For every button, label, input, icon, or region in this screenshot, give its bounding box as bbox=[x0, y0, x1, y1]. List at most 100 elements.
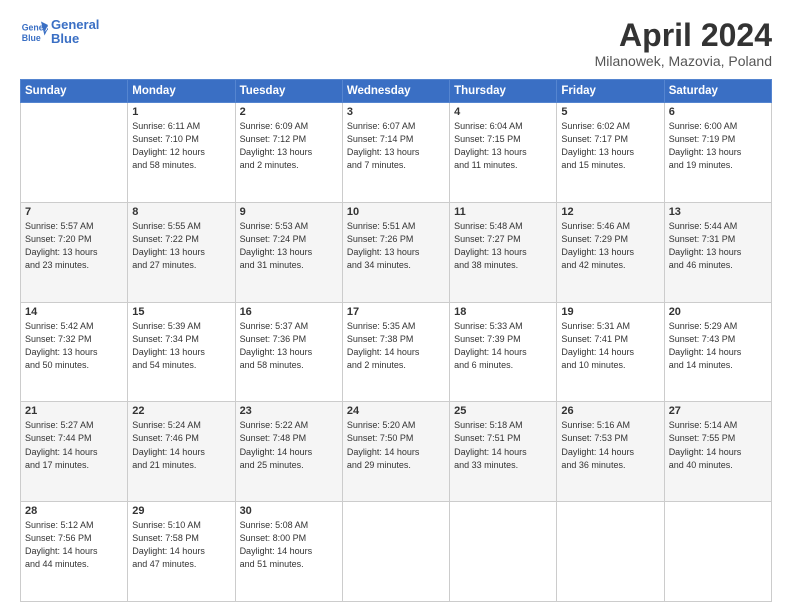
day-number: 3 bbox=[347, 106, 445, 118]
day-detail: Sunrise: 6:09 AM Sunset: 7:12 PM Dayligh… bbox=[240, 120, 338, 172]
calendar-cell: 27 Sunrise: 5:14 AM Sunset: 7:55 PM Dayli… bbox=[664, 402, 771, 502]
day-number: 11 bbox=[454, 206, 552, 218]
month-title: April 2024 bbox=[595, 18, 772, 53]
calendar-cell: 24 Sunrise: 5:20 AM Sunset: 7:50 PM Dayli… bbox=[342, 402, 449, 502]
day-number: 18 bbox=[454, 306, 552, 318]
day-detail: Sunrise: 5:12 AM Sunset: 7:56 PM Dayligh… bbox=[25, 519, 123, 571]
day-number: 1 bbox=[132, 106, 230, 118]
calendar-cell: 3 Sunrise: 6:07 AM Sunset: 7:14 PM Daylig… bbox=[342, 103, 449, 203]
day-detail: Sunrise: 5:10 AM Sunset: 7:58 PM Dayligh… bbox=[132, 519, 230, 571]
day-detail: Sunrise: 5:33 AM Sunset: 7:39 PM Dayligh… bbox=[454, 320, 552, 372]
calendar-cell: 9 Sunrise: 5:53 AM Sunset: 7:24 PM Daylig… bbox=[235, 202, 342, 302]
day-detail: Sunrise: 5:37 AM Sunset: 7:36 PM Dayligh… bbox=[240, 320, 338, 372]
calendar-cell: 13 Sunrise: 5:44 AM Sunset: 7:31 PM Dayli… bbox=[664, 202, 771, 302]
day-number: 29 bbox=[132, 505, 230, 517]
day-number: 26 bbox=[561, 405, 659, 417]
calendar-cell: 15 Sunrise: 5:39 AM Sunset: 7:34 PM Dayli… bbox=[128, 302, 235, 402]
day-detail: Sunrise: 5:57 AM Sunset: 7:20 PM Dayligh… bbox=[25, 220, 123, 272]
day-number: 16 bbox=[240, 306, 338, 318]
logo-text-blue: Blue bbox=[51, 32, 99, 46]
calendar-cell: 20 Sunrise: 5:29 AM Sunset: 7:43 PM Dayli… bbox=[664, 302, 771, 402]
weekday-header-monday: Monday bbox=[128, 80, 235, 103]
weekday-header-saturday: Saturday bbox=[664, 80, 771, 103]
day-number: 15 bbox=[132, 306, 230, 318]
header: General Blue General Blue April 2024 Mil… bbox=[20, 18, 772, 69]
day-number: 22 bbox=[132, 405, 230, 417]
day-detail: Sunrise: 5:53 AM Sunset: 7:24 PM Dayligh… bbox=[240, 220, 338, 272]
day-detail: Sunrise: 5:44 AM Sunset: 7:31 PM Dayligh… bbox=[669, 220, 767, 272]
day-number: 27 bbox=[669, 405, 767, 417]
calendar-cell bbox=[21, 103, 128, 203]
day-detail: Sunrise: 5:20 AM Sunset: 7:50 PM Dayligh… bbox=[347, 419, 445, 471]
day-number: 19 bbox=[561, 306, 659, 318]
day-detail: Sunrise: 5:48 AM Sunset: 7:27 PM Dayligh… bbox=[454, 220, 552, 272]
calendar-cell: 4 Sunrise: 6:04 AM Sunset: 7:15 PM Daylig… bbox=[450, 103, 557, 203]
calendar-cell: 11 Sunrise: 5:48 AM Sunset: 7:27 PM Dayli… bbox=[450, 202, 557, 302]
day-number: 13 bbox=[669, 206, 767, 218]
calendar-week-row: 28Sunrise: 5:12 AM Sunset: 7:56 PM Dayli… bbox=[21, 502, 772, 602]
day-number: 10 bbox=[347, 206, 445, 218]
weekday-header-sunday: Sunday bbox=[21, 80, 128, 103]
day-detail: Sunrise: 6:02 AM Sunset: 7:17 PM Dayligh… bbox=[561, 120, 659, 172]
calendar-cell bbox=[664, 502, 771, 602]
calendar-cell: 1Sunrise: 6:11 AM Sunset: 7:10 PM Daylig… bbox=[128, 103, 235, 203]
calendar-cell: 19 Sunrise: 5:31 AM Sunset: 7:41 PM Dayli… bbox=[557, 302, 664, 402]
weekday-header-friday: Friday bbox=[557, 80, 664, 103]
day-number: 7 bbox=[25, 206, 123, 218]
calendar-cell: 22Sunrise: 5:24 AM Sunset: 7:46 PM Dayli… bbox=[128, 402, 235, 502]
day-number: 17 bbox=[347, 306, 445, 318]
day-number: 5 bbox=[561, 106, 659, 118]
day-detail: Sunrise: 5:31 AM Sunset: 7:41 PM Dayligh… bbox=[561, 320, 659, 372]
calendar-cell: 28Sunrise: 5:12 AM Sunset: 7:56 PM Dayli… bbox=[21, 502, 128, 602]
calendar-cell: 30Sunrise: 5:08 AM Sunset: 8:00 PM Dayli… bbox=[235, 502, 342, 602]
day-detail: Sunrise: 5:14 AM Sunset: 7:55 PM Dayligh… bbox=[669, 419, 767, 471]
day-number: 2 bbox=[240, 106, 338, 118]
calendar-cell: 26 Sunrise: 5:16 AM Sunset: 7:53 PM Dayli… bbox=[557, 402, 664, 502]
day-detail: Sunrise: 5:42 AM Sunset: 7:32 PM Dayligh… bbox=[25, 320, 123, 372]
day-detail: Sunrise: 6:07 AM Sunset: 7:14 PM Dayligh… bbox=[347, 120, 445, 172]
day-detail: Sunrise: 5:16 AM Sunset: 7:53 PM Dayligh… bbox=[561, 419, 659, 471]
day-detail: Sunrise: 5:29 AM Sunset: 7:43 PM Dayligh… bbox=[669, 320, 767, 372]
day-detail: Sunrise: 5:27 AM Sunset: 7:44 PM Dayligh… bbox=[25, 419, 123, 471]
day-detail: Sunrise: 5:22 AM Sunset: 7:48 PM Dayligh… bbox=[240, 419, 338, 471]
weekday-header-thursday: Thursday bbox=[450, 80, 557, 103]
day-number: 4 bbox=[454, 106, 552, 118]
logo-icon: General Blue bbox=[20, 18, 48, 46]
day-detail: Sunrise: 6:00 AM Sunset: 7:19 PM Dayligh… bbox=[669, 120, 767, 172]
calendar-cell: 10 Sunrise: 5:51 AM Sunset: 7:26 PM Dayli… bbox=[342, 202, 449, 302]
day-number: 12 bbox=[561, 206, 659, 218]
day-detail: Sunrise: 5:51 AM Sunset: 7:26 PM Dayligh… bbox=[347, 220, 445, 272]
calendar-cell: 6Sunrise: 6:00 AM Sunset: 7:19 PM Daylig… bbox=[664, 103, 771, 203]
calendar-cell bbox=[450, 502, 557, 602]
day-number: 25 bbox=[454, 405, 552, 417]
day-detail: Sunrise: 5:46 AM Sunset: 7:29 PM Dayligh… bbox=[561, 220, 659, 272]
day-detail: Sunrise: 5:55 AM Sunset: 7:22 PM Dayligh… bbox=[132, 220, 230, 272]
calendar-cell: 2 Sunrise: 6:09 AM Sunset: 7:12 PM Daylig… bbox=[235, 103, 342, 203]
calendar-week-row: 7 Sunrise: 5:57 AM Sunset: 7:20 PM Daylig… bbox=[21, 202, 772, 302]
calendar-week-row: 14 Sunrise: 5:42 AM Sunset: 7:32 PM Dayli… bbox=[21, 302, 772, 402]
day-number: 24 bbox=[347, 405, 445, 417]
calendar-cell: 29 Sunrise: 5:10 AM Sunset: 7:58 PM Dayli… bbox=[128, 502, 235, 602]
day-detail: Sunrise: 6:04 AM Sunset: 7:15 PM Dayligh… bbox=[454, 120, 552, 172]
calendar-cell bbox=[557, 502, 664, 602]
weekday-header-row: SundayMondayTuesdayWednesdayThursdayFrid… bbox=[21, 80, 772, 103]
weekday-header-tuesday: Tuesday bbox=[235, 80, 342, 103]
calendar-week-row: 21 Sunrise: 5:27 AM Sunset: 7:44 PM Dayli… bbox=[21, 402, 772, 502]
day-number: 21 bbox=[25, 405, 123, 417]
calendar-cell: 12 Sunrise: 5:46 AM Sunset: 7:29 PM Dayli… bbox=[557, 202, 664, 302]
day-number: 8 bbox=[132, 206, 230, 218]
location-subtitle: Milanowek, Mazovia, Poland bbox=[595, 53, 772, 69]
calendar-cell: 23Sunrise: 5:22 AM Sunset: 7:48 PM Dayli… bbox=[235, 402, 342, 502]
calendar-cell: 18 Sunrise: 5:33 AM Sunset: 7:39 PM Dayli… bbox=[450, 302, 557, 402]
calendar-cell: 14 Sunrise: 5:42 AM Sunset: 7:32 PM Dayli… bbox=[21, 302, 128, 402]
day-number: 14 bbox=[25, 306, 123, 318]
day-number: 30 bbox=[240, 505, 338, 517]
day-detail: Sunrise: 5:39 AM Sunset: 7:34 PM Dayligh… bbox=[132, 320, 230, 372]
title-block: April 2024 Milanowek, Mazovia, Poland bbox=[595, 18, 772, 69]
day-number: 20 bbox=[669, 306, 767, 318]
day-number: 9 bbox=[240, 206, 338, 218]
calendar-cell: 25Sunrise: 5:18 AM Sunset: 7:51 PM Dayli… bbox=[450, 402, 557, 502]
logo-text-general: General bbox=[51, 18, 99, 32]
day-detail: Sunrise: 5:35 AM Sunset: 7:38 PM Dayligh… bbox=[347, 320, 445, 372]
calendar-cell: 8 Sunrise: 5:55 AM Sunset: 7:22 PM Daylig… bbox=[128, 202, 235, 302]
